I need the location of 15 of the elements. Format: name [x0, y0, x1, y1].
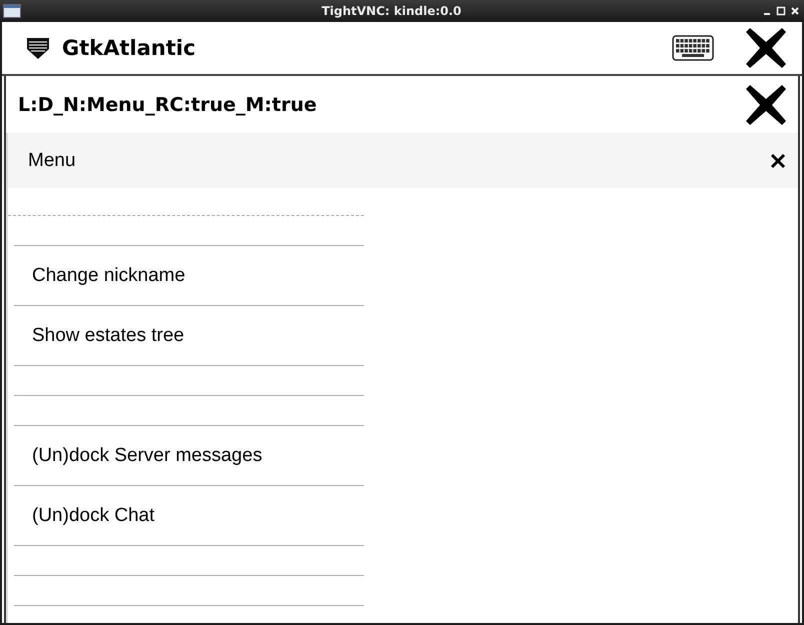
- keyboard-icon[interactable]: [672, 35, 714, 61]
- close-icon[interactable]: [744, 82, 788, 126]
- menu-item[interactable]: Change nickname: [14, 246, 364, 306]
- dialog-title: L:D_N:Menu_RC:true_M:true: [18, 94, 318, 116]
- shield-icon: [26, 36, 50, 60]
- maximize-icon[interactable]: [776, 6, 786, 16]
- close-icon[interactable]: [744, 26, 788, 70]
- menu-item[interactable]: Show estates tree: [14, 306, 364, 366]
- menu-item[interactable]: (Un)dock Chat: [14, 486, 364, 546]
- menu-item[interactable]: (Un)dock Server messages: [14, 426, 364, 486]
- window-title: TightVNC: kindle:0.0: [320, 4, 462, 18]
- app-title: GtkAtlantic: [62, 36, 197, 60]
- menu-title: Menu: [28, 150, 77, 172]
- window-icon: [3, 4, 21, 18]
- close-icon[interactable]: [770, 152, 786, 168]
